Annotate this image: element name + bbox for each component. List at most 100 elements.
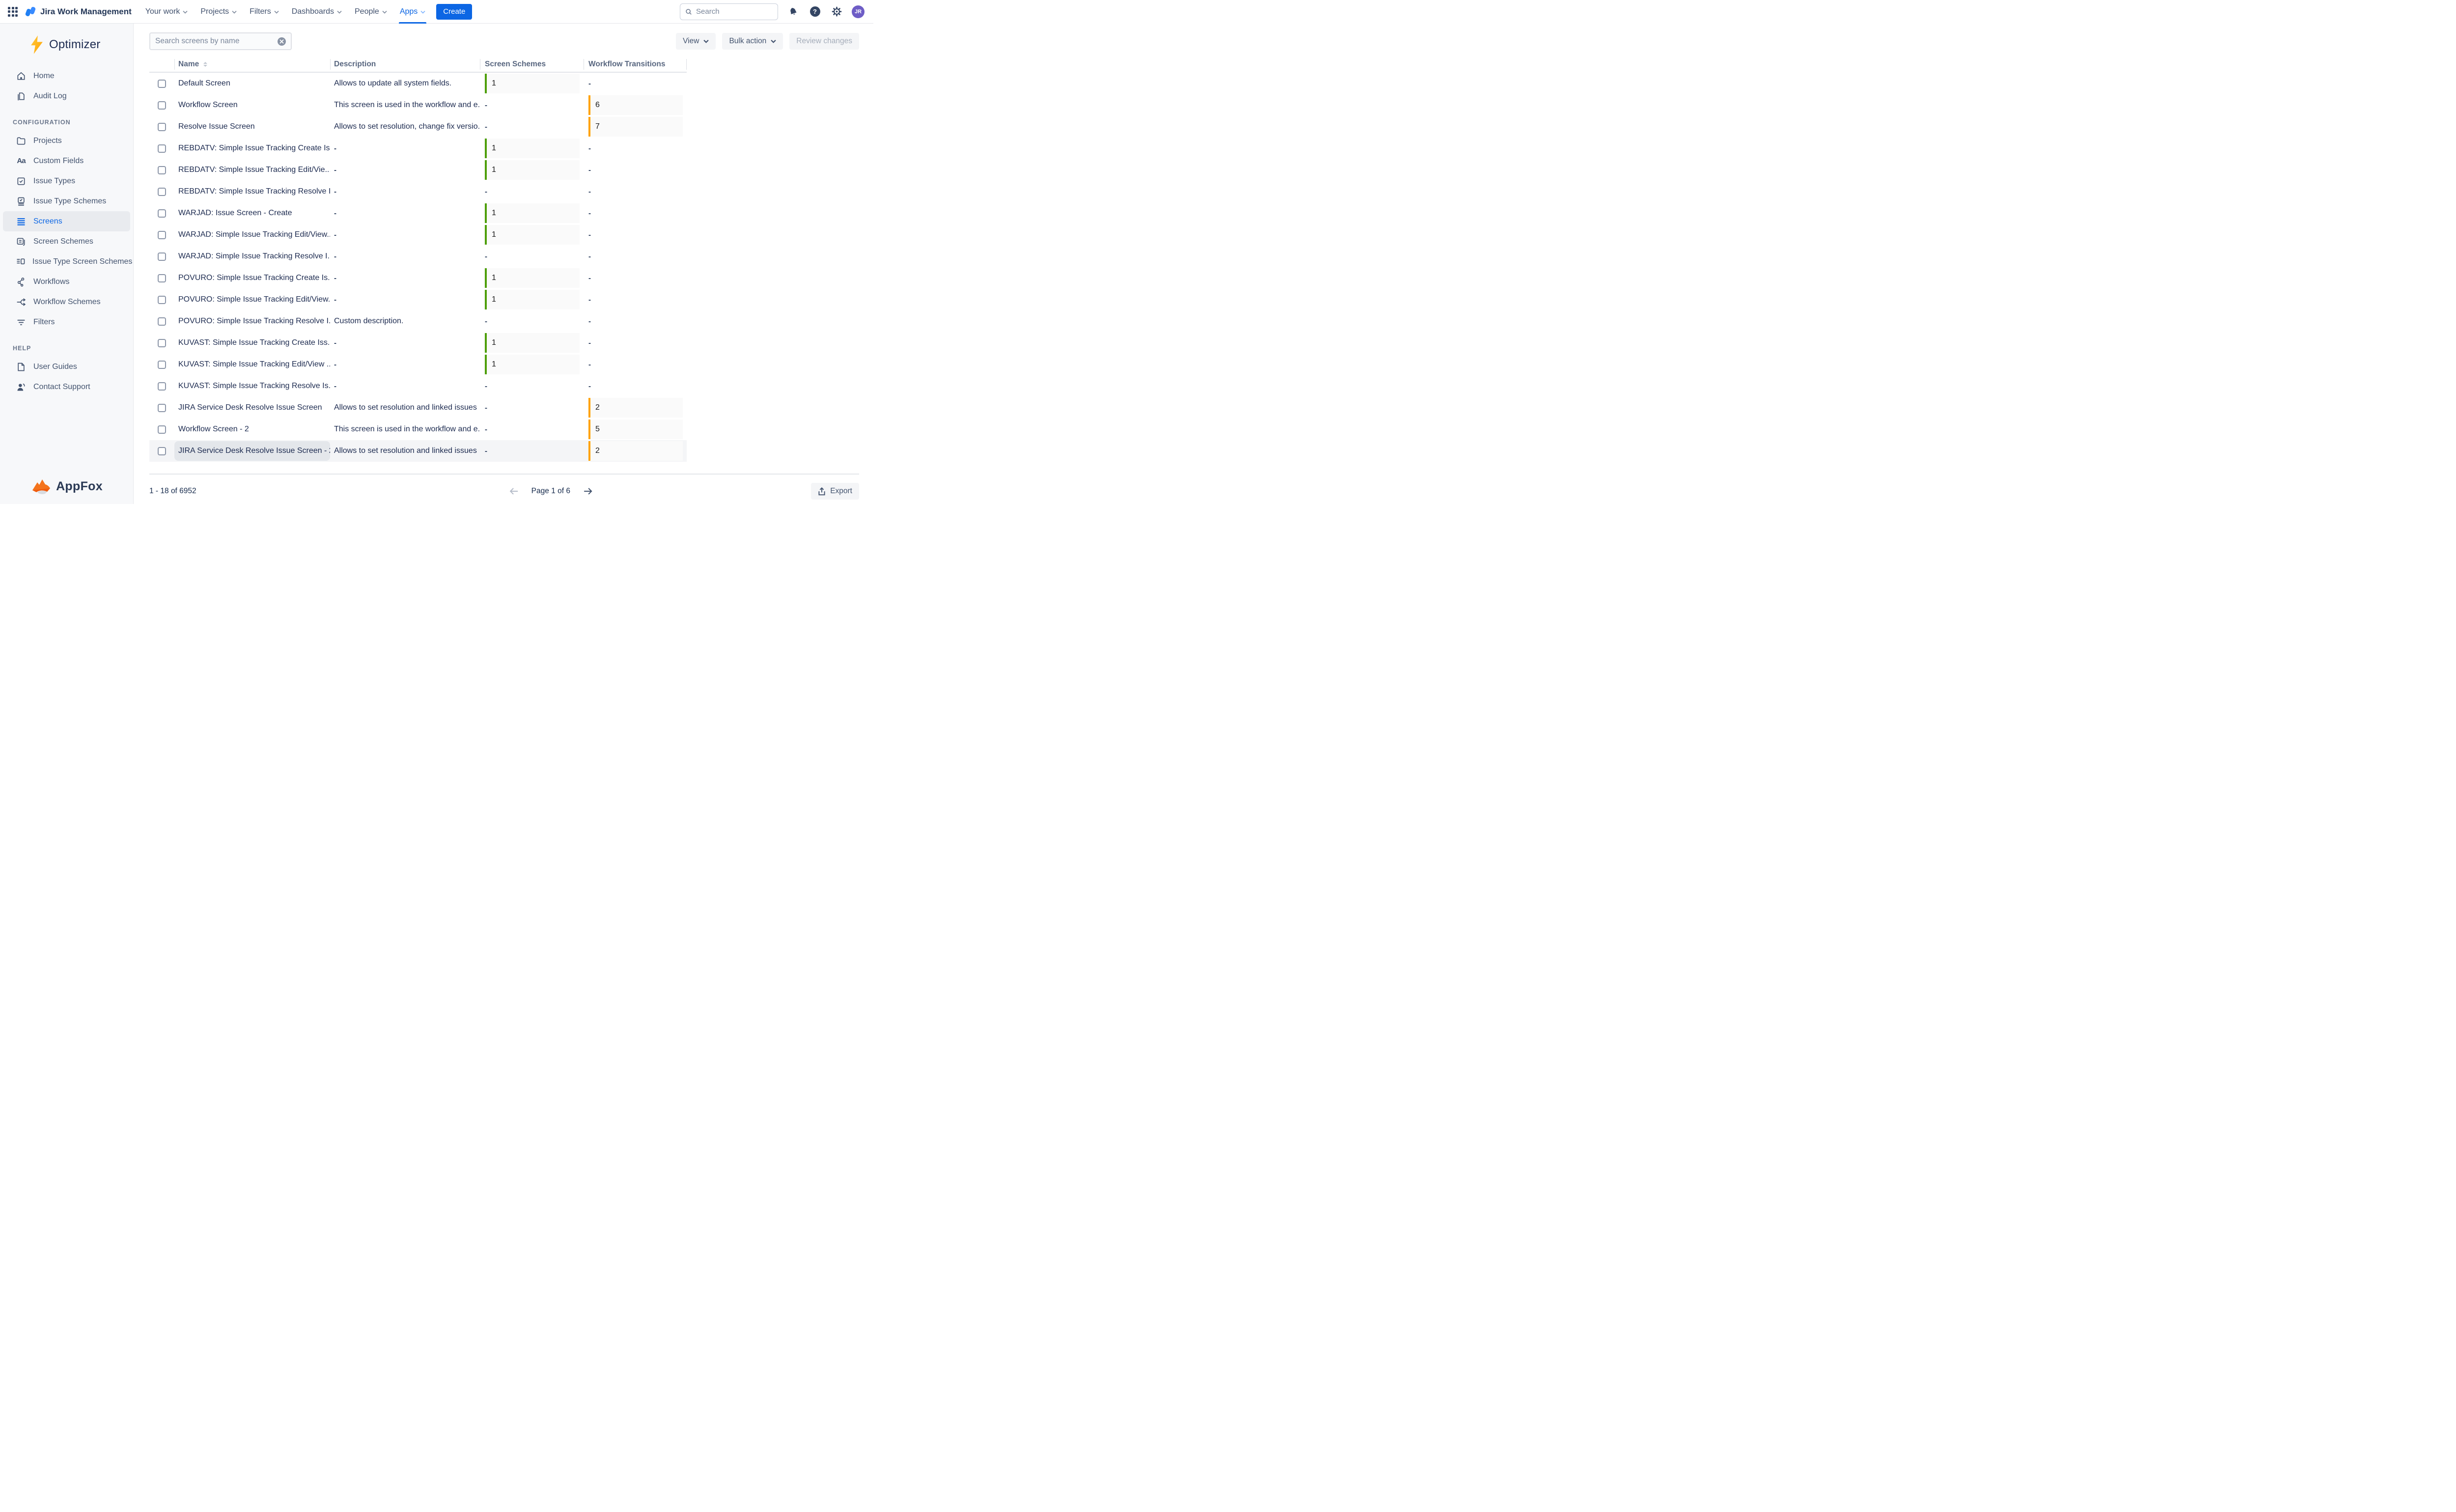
export-button[interactable]: Export (811, 483, 859, 500)
table-row[interactable]: Workflow Screen - 2 This screen is used … (149, 419, 687, 440)
lightning-bolt-icon (29, 35, 44, 54)
sidebar-item-filters[interactable]: Filters (3, 312, 130, 332)
sidebar-item-issue-type-screen-schemes[interactable]: Issue Type Screen Schemes (3, 252, 130, 272)
count-chip: 2 (588, 441, 683, 461)
row-checkbox[interactable] (158, 209, 166, 218)
sidebar-item-contact-support[interactable]: Contact Support (3, 377, 130, 397)
table-row[interactable]: REBDATV: Simple Issue Tracking Edit/Vie.… (149, 159, 687, 181)
row-checkbox[interactable] (158, 425, 166, 434)
screen-description: - (330, 246, 480, 267)
screen-schemes-cell: 1 (480, 332, 584, 354)
user-avatar[interactable]: JR (852, 5, 865, 18)
sidebar-item-screens[interactable]: Screens (3, 211, 130, 231)
create-button[interactable]: Create (436, 4, 472, 20)
settings-button[interactable] (830, 5, 843, 18)
sidebar-item-home[interactable]: Home (3, 66, 130, 86)
screen-schemes-cell: 1 (480, 267, 584, 289)
table-row[interactable]: REBDATV: Simple Issue Tracking Resolve I… (149, 181, 687, 202)
table-row[interactable]: JIRA Service Desk Resolve Issue Screen -… (149, 440, 687, 462)
screens-search-input[interactable] (155, 37, 278, 46)
nav-your-work-label: Your work (145, 7, 180, 16)
column-header-label: Name (178, 60, 199, 69)
screens-search[interactable] (149, 32, 292, 50)
table-row[interactable]: REBDATV: Simple Issue Tracking Create Is… (149, 138, 687, 159)
bulk-action-button[interactable]: Bulk action (722, 33, 783, 50)
sidebar-item-audit-log[interactable]: Audit Log (3, 86, 130, 106)
sidebar-item-label: Issue Type Screen Schemes (32, 257, 132, 266)
view-button[interactable]: View (676, 33, 716, 50)
row-checkbox[interactable] (158, 274, 166, 282)
table-row[interactable]: WARJAD: Simple Issue Tracking Resolve I.… (149, 246, 687, 267)
row-checkbox[interactable] (158, 123, 166, 131)
nav-people[interactable]: People (355, 0, 387, 24)
sidebar-item-projects[interactable]: Projects (3, 131, 130, 151)
table-row[interactable]: Workflow Screen This screen is used in t… (149, 94, 687, 116)
sidebar-item-user-guides[interactable]: User Guides (3, 357, 130, 377)
nav-apps[interactable]: Apps (400, 0, 425, 24)
review-changes-button[interactable]: Review changes (789, 33, 859, 50)
row-checkbox[interactable] (158, 361, 166, 369)
sidebar-item-label: Home (33, 72, 55, 81)
previous-page-button[interactable] (509, 488, 519, 495)
column-header-name[interactable]: Name (174, 57, 330, 72)
row-checkbox[interactable] (158, 252, 166, 261)
next-page-button[interactable] (583, 488, 592, 495)
row-checkbox[interactable] (158, 339, 166, 347)
product-title: Jira Work Management (40, 7, 132, 17)
sidebar-item-workflows[interactable]: Workflows (3, 272, 130, 292)
row-checkbox[interactable] (158, 166, 166, 174)
table-row[interactable]: KUVAST: Simple Issue Tracking Edit/View … (149, 354, 687, 375)
help-button[interactable]: ? (809, 5, 821, 18)
table-row[interactable]: WARJAD: Issue Screen - Create - 1 - (149, 202, 687, 224)
sidebar-item-screen-schemes[interactable]: Screen Schemes (3, 231, 130, 252)
nav-projects[interactable]: Projects (200, 0, 237, 24)
table-row[interactable]: POVURO: Simple Issue Tracking Create Is.… (149, 267, 687, 289)
sidebar-item-custom-fields[interactable]: Aa Custom Fields (3, 151, 130, 171)
table-row[interactable]: KUVAST: Simple Issue Tracking Create Iss… (149, 332, 687, 354)
screen-name-cell: WARJAD: Issue Screen - Create (174, 202, 330, 224)
clear-search-button[interactable] (278, 37, 286, 46)
app-switcher-icon[interactable] (8, 7, 18, 17)
nav-your-work[interactable]: Your work (145, 0, 188, 24)
nav-filters[interactable]: Filters (250, 0, 279, 24)
row-checkbox-cell (149, 224, 174, 246)
row-checkbox[interactable] (158, 447, 166, 455)
chevron-down-icon (382, 10, 387, 14)
row-checkbox-cell (149, 181, 174, 202)
row-checkbox[interactable] (158, 382, 166, 391)
row-checkbox[interactable] (158, 188, 166, 196)
table-row[interactable]: WARJAD: Simple Issue Tracking Edit/View.… (149, 224, 687, 246)
sidebar-item-issue-types[interactable]: Issue Types (3, 171, 130, 191)
row-checkbox[interactable] (158, 296, 166, 304)
screen-name: JIRA Service Desk Resolve Issue Screen -… (174, 441, 330, 461)
issue-type-schemes-icon (16, 196, 27, 206)
row-checkbox[interactable] (158, 404, 166, 412)
row-checkbox[interactable] (158, 101, 166, 110)
row-checkbox[interactable] (158, 231, 166, 239)
row-checkbox[interactable] (158, 317, 166, 326)
screen-name: REBDATV: Simple Issue Tracking Edit/Vie.… (174, 166, 330, 174)
screen-name: KUVAST: Simple Issue Tracking Resolve Is… (174, 382, 330, 391)
table-row[interactable]: POVURO: Simple Issue Tracking Resolve I.… (149, 310, 687, 332)
table-row[interactable]: POVURO: Simple Issue Tracking Edit/View.… (149, 289, 687, 310)
notifications-button[interactable] (787, 5, 800, 18)
nav-dashboards[interactable]: Dashboards (292, 0, 342, 24)
screen-description: - (330, 224, 480, 246)
screen-name-cell: REBDATV: Simple Issue Tracking Edit/Vie.… (174, 159, 330, 181)
table-row[interactable]: JIRA Service Desk Resolve Issue Screen A… (149, 397, 687, 419)
table-row[interactable]: Resolve Issue Screen Allows to set resol… (149, 116, 687, 138)
count-chip: 2 (588, 398, 683, 418)
row-checkbox[interactable] (158, 80, 166, 88)
audit-log-icon (16, 91, 27, 101)
sidebar-item-issue-type-schemes[interactable]: Issue Type Schemes (3, 191, 130, 211)
screen-name-cell: Workflow Screen (174, 94, 330, 116)
row-checkbox[interactable] (158, 144, 166, 153)
column-header-screen-schemes: Screen Schemes (480, 57, 584, 72)
table-row[interactable]: Default Screen Allows to update all syst… (149, 73, 687, 94)
toolbar: View Bulk action Review changes (149, 32, 859, 50)
sidebar-item-workflow-schemes[interactable]: Workflow Schemes (3, 292, 130, 312)
table-row[interactable]: KUVAST: Simple Issue Tracking Resolve Is… (149, 375, 687, 397)
global-search-input[interactable] (696, 7, 773, 16)
chevron-down-icon (703, 39, 709, 43)
global-search[interactable] (680, 3, 778, 20)
